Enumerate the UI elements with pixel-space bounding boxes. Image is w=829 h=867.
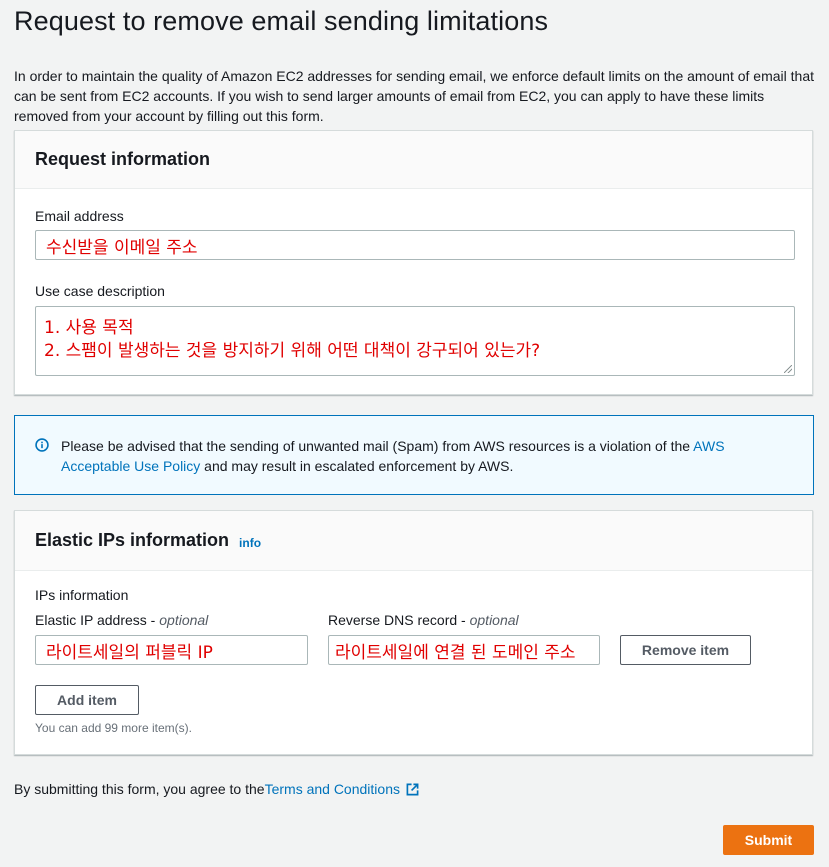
add-item-button[interactable]: Add item (35, 685, 139, 715)
elastic-ip-label: Elastic IP address - optional (35, 612, 209, 628)
page-intro: In order to maintain the quality of Amaz… (14, 68, 814, 124)
submit-button[interactable]: Submit (723, 825, 814, 855)
use-case-label: Use case description (35, 283, 165, 299)
external-link-icon[interactable] (406, 783, 419, 796)
add-item-hint: You can add 99 more item(s). (35, 721, 192, 735)
terms-and-conditions-link[interactable]: Terms and Conditions (265, 781, 400, 797)
terms-notice: By submitting this form, you agree to th… (14, 781, 419, 797)
alert-message: Please be advised that the sending of un… (61, 436, 781, 476)
reverse-dns-label-text: Reverse DNS record (328, 612, 458, 628)
email-value: 수신받을 이메일 주소 (46, 237, 198, 258)
reverse-dns-value: 라이트세일에 연결 된 도메인 주소 (335, 642, 576, 663)
reverse-dns-input[interactable]: 라이트세일에 연결 된 도메인 주소 (328, 635, 600, 665)
page-title: Request to remove email sending limitati… (14, 6, 549, 36)
elastic-ip-input[interactable]: 라이트세일의 퍼블릭 IP (35, 635, 308, 665)
elastic-ips-panel: Elastic IPs information info IPs informa… (14, 510, 813, 755)
remove-item-button[interactable]: Remove item (620, 635, 751, 665)
alert-text-after: and may result in escalated enforcement … (200, 458, 514, 474)
elastic-ip-value: 라이트세일의 퍼블릭 IP (46, 642, 213, 663)
info-circle-icon (35, 438, 49, 452)
email-label: Email address (35, 208, 124, 224)
ips-information-label: IPs information (35, 587, 129, 603)
elastic-ips-header: Elastic IPs information info (15, 511, 812, 571)
elastic-ips-heading: Elastic IPs information (35, 530, 230, 550)
use-case-line-2: 2. 스팸이 발생하는 것을 방지하기 위해 어떤 대책이 강구되어 있는가? (44, 341, 541, 361)
request-information-panel: Request information Email address 수신받을 이… (14, 130, 813, 395)
reverse-dns-optional: optional (469, 612, 519, 628)
request-information-header: Request information (15, 131, 812, 189)
email-field[interactable]: 수신받을 이메일 주소 (35, 230, 795, 260)
use-case-textarea[interactable]: 1. 사용 목적 2. 스팸이 발생하는 것을 방지하기 위해 어떤 대책이 강… (35, 306, 795, 376)
spam-policy-alert: Please be advised that the sending of un… (14, 415, 814, 495)
info-link[interactable]: info (239, 536, 261, 550)
reverse-dns-label: Reverse DNS record - optional (328, 612, 519, 628)
elastic-ip-optional: optional (159, 612, 209, 628)
alert-text-before: Please be advised that the sending of un… (61, 438, 694, 454)
use-case-line-1: 1. 사용 목적 (44, 318, 134, 338)
terms-text: By submitting this form, you agree to th… (14, 781, 265, 797)
request-information-heading: Request information (35, 149, 211, 169)
elastic-ip-label-text: Elastic IP address (35, 612, 147, 628)
resize-handle[interactable] (784, 365, 792, 373)
